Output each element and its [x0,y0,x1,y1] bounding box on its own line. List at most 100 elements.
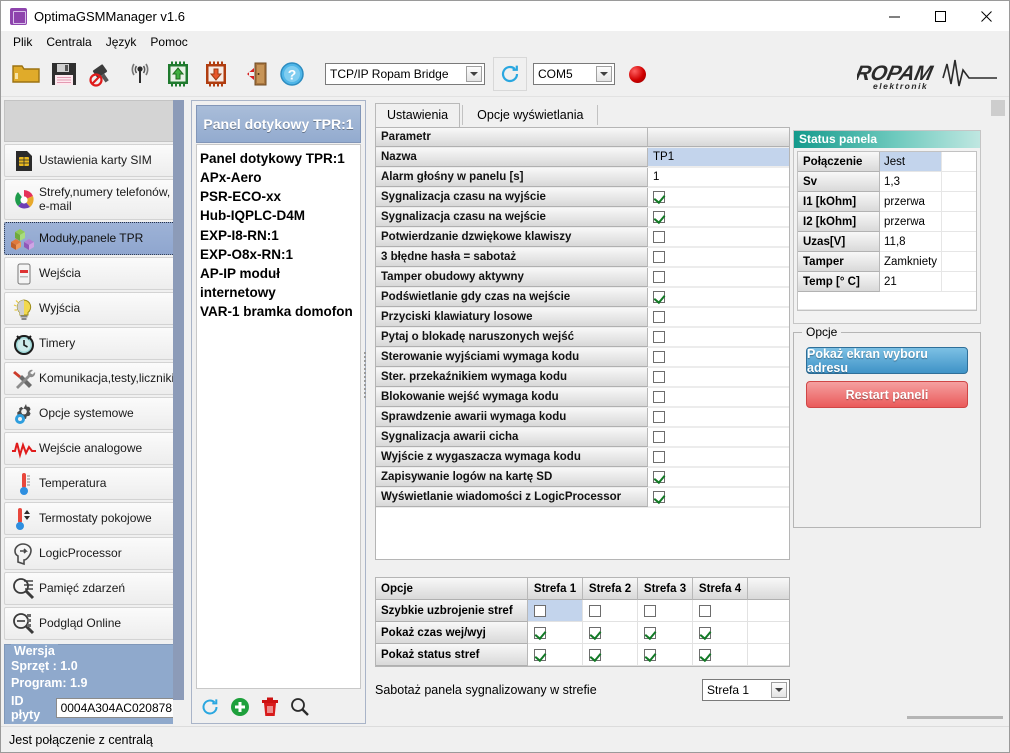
row-value[interactable] [648,268,789,287]
menu-item-plik[interactable]: Plik [9,33,42,51]
zone-checkbox[interactable] [589,648,601,661]
zone-checkbox[interactable] [644,626,656,639]
row-value[interactable] [648,368,789,387]
table-row[interactable]: Wyjście z wygaszacza wymaga kodu [376,448,789,468]
table-row[interactable]: Tamper obudowy aktywny [376,268,789,288]
zones-cell[interactable] [528,600,583,622]
zone-checkbox[interactable] [699,648,711,661]
sidebar-item-zones[interactable]: Strefy,numery telefonów, e-mail [4,179,184,220]
row-value[interactable] [648,308,789,327]
sidebar-item-online-preview[interactable]: Podgląd Online [4,607,184,640]
row-checkbox[interactable] [653,371,665,383]
zone-checkbox[interactable] [699,626,711,639]
menu-item-centrala[interactable]: Centrala [42,33,101,51]
sidebar-item-temperature[interactable]: Temperatura [4,467,184,500]
exit-door-icon[interactable] [235,55,273,93]
zones-cell[interactable] [528,644,583,666]
row-checkbox[interactable] [653,211,665,223]
list-item[interactable]: PSR-ECO-xx [200,187,358,206]
close-button[interactable] [963,1,1009,31]
row-checkbox[interactable] [653,311,665,323]
zone-checkbox[interactable] [699,604,711,617]
zones-cell[interactable] [693,622,748,644]
zone-checkbox[interactable] [534,626,546,639]
sidebar-scrollbar-thumb[interactable] [173,100,184,700]
horizontal-scrollbar-thumb[interactable] [907,716,1003,719]
tab-opcje-wyswietlania[interactable]: Opcje wyświetlania [465,103,596,127]
chevron-down-icon[interactable] [771,682,787,698]
row-checkbox[interactable] [653,331,665,343]
show-address-screen-button[interactable]: Pokaż ekran wyboru adresu [806,347,968,375]
row-value[interactable]: 1 [648,168,789,187]
row-value[interactable] [648,448,789,467]
zones-cell[interactable] [528,622,583,644]
zones-cell[interactable] [638,600,693,622]
table-row[interactable]: Sygnalizacja czasu na wejście [376,208,789,228]
port-combo[interactable]: COM5 [533,63,615,85]
sidebar-item-timers[interactable]: Timery [4,327,184,360]
row-value[interactable] [648,248,789,267]
row-value[interactable] [648,288,789,307]
horizontal-scrollbar[interactable] [907,713,1003,722]
search-icon[interactable] [288,695,311,718]
refresh-icon[interactable] [198,695,221,718]
row-value[interactable] [648,388,789,407]
module-list[interactable]: Panel dotykowy TPR:1 APx-Aero PSR-ECO-xx… [196,144,361,689]
zone-checkbox[interactable] [644,648,656,661]
row-checkbox[interactable] [653,271,665,283]
row-value[interactable] [648,428,789,447]
table-row[interactable]: Nazwa TP1 [376,148,789,168]
board-id-field[interactable]: 0004A304AC020878 [55,698,177,718]
sabotage-zone-combo[interactable]: Strefa 1 [702,679,790,701]
row-value[interactable] [648,408,789,427]
list-item[interactable]: EXP-I8-RN:1 [200,226,358,245]
sidebar-item-outputs[interactable]: Wyjścia [4,292,184,325]
zones-cell[interactable] [693,644,748,666]
pane-splitter[interactable] [362,350,369,422]
row-checkbox[interactable] [653,491,665,503]
table-row[interactable]: Podświetlanie gdy czas na wejście [376,288,789,308]
zone-checkbox[interactable] [534,604,546,617]
row-value[interactable] [648,488,789,507]
table-row[interactable]: Sprawdzenie awarii wymaga kodu [376,408,789,428]
protocol-combo[interactable]: TCP/IP Ropam Bridge [325,63,485,85]
open-folder-icon[interactable] [7,55,45,93]
main-scrollbar[interactable] [990,100,1006,724]
sidebar-item-analog-input[interactable]: Wejście analogowe [4,432,184,465]
chip-download-icon[interactable] [197,55,235,93]
table-row[interactable]: Sygnalizacja awarii cicha [376,428,789,448]
zone-checkbox[interactable] [589,626,601,639]
row-checkbox[interactable] [653,351,665,363]
sidebar-item-inputs[interactable]: Wejścia [4,257,184,290]
list-item[interactable]: VAR-1 bramka domofon [200,302,358,321]
delete-icon[interactable] [258,695,281,718]
menu-item-pomoc[interactable]: Pomoc [146,33,197,51]
zones-cell[interactable] [583,644,638,666]
minimize-button[interactable] [871,1,917,31]
table-row[interactable]: Sygnalizacja czasu na wyjście [376,188,789,208]
list-item[interactable]: AP-IP moduł internetowy [200,264,358,302]
table-row[interactable]: Blokowanie wejść wymaga kodu [376,388,789,408]
sidebar-item-communication[interactable]: Komunikacja,testy,liczniki [4,362,184,395]
row-value[interactable] [648,188,789,207]
row-value[interactable] [648,228,789,247]
antenna-signal-icon[interactable] [121,55,159,93]
table-row[interactable]: Ster. przekaźnikiem wymaga kodu [376,368,789,388]
zones-row[interactable]: Pokaż status stref [376,644,789,666]
sidebar-item-logicprocessor[interactable]: LogicProcessor [4,537,184,570]
list-item[interactable]: EXP-O8x-RN:1 [200,245,358,264]
table-row[interactable]: Pytaj o blokadę naruszonych wejść [376,328,789,348]
table-row[interactable]: 3 błędne hasła = sabotaż [376,248,789,268]
save-floppy-icon[interactable] [45,55,83,93]
table-row[interactable]: Alarm głośny w panelu [s] 1 [376,168,789,188]
row-value[interactable] [648,328,789,347]
row-checkbox[interactable] [653,191,665,203]
row-value[interactable] [648,468,789,487]
zone-checkbox[interactable] [589,604,601,617]
row-checkbox[interactable] [653,391,665,403]
sidebar-item-thermostats[interactable]: Termostaty pokojowe [4,502,184,535]
row-checkbox[interactable] [653,231,665,243]
menu-item-jezyk[interactable]: Język [102,33,147,51]
list-item[interactable]: Hub-IQPLC-D4M [200,206,358,225]
table-row[interactable]: Sterowanie wyjściami wymaga kodu [376,348,789,368]
